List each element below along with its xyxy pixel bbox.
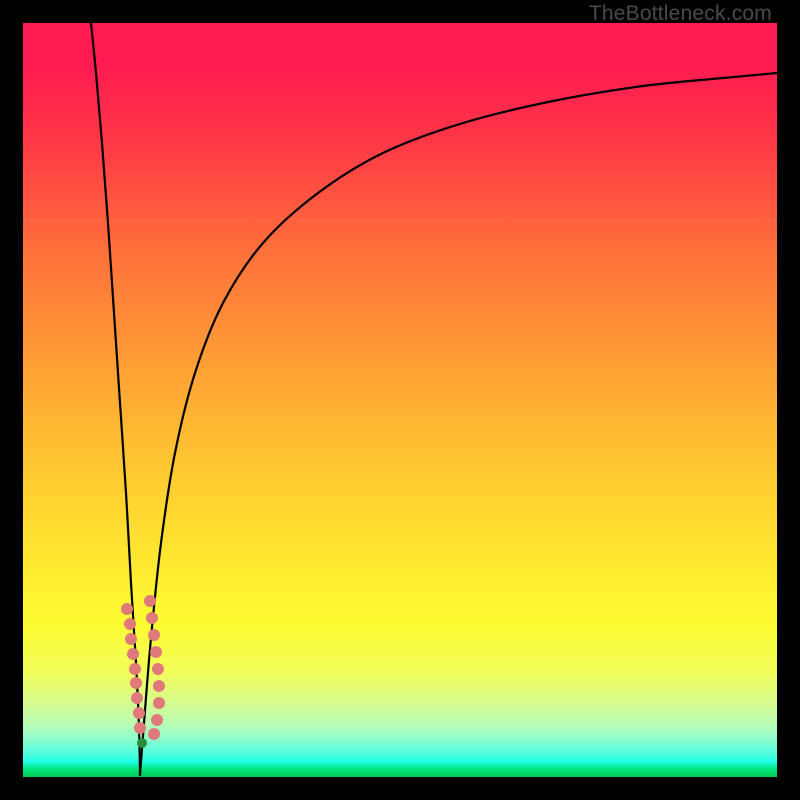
mark-dot	[134, 722, 146, 734]
mark-dot	[152, 663, 164, 675]
mark-dots	[121, 595, 165, 748]
mark-dot	[153, 680, 165, 692]
marks-layer	[23, 23, 777, 777]
watermark-text: TheBottleneck.com	[589, 2, 772, 26]
plot-area	[23, 23, 777, 777]
mark-dot	[131, 692, 143, 704]
mark-dot	[148, 728, 160, 740]
mark-dot	[148, 629, 160, 641]
mark-dot	[146, 612, 158, 624]
chart-frame: TheBottleneck.com	[0, 0, 800, 800]
mark-dot	[153, 697, 165, 709]
mark-dot	[144, 595, 156, 607]
mark-dot	[124, 618, 136, 630]
mark-dot	[151, 714, 163, 726]
mark-dot	[150, 646, 162, 658]
mark-dot	[121, 603, 133, 615]
mark-dot	[127, 648, 139, 660]
mark-dot	[129, 663, 141, 675]
mark-dot	[125, 633, 137, 645]
mark-dot	[130, 677, 142, 689]
mark-dot	[137, 738, 147, 748]
mark-dot	[133, 707, 145, 719]
